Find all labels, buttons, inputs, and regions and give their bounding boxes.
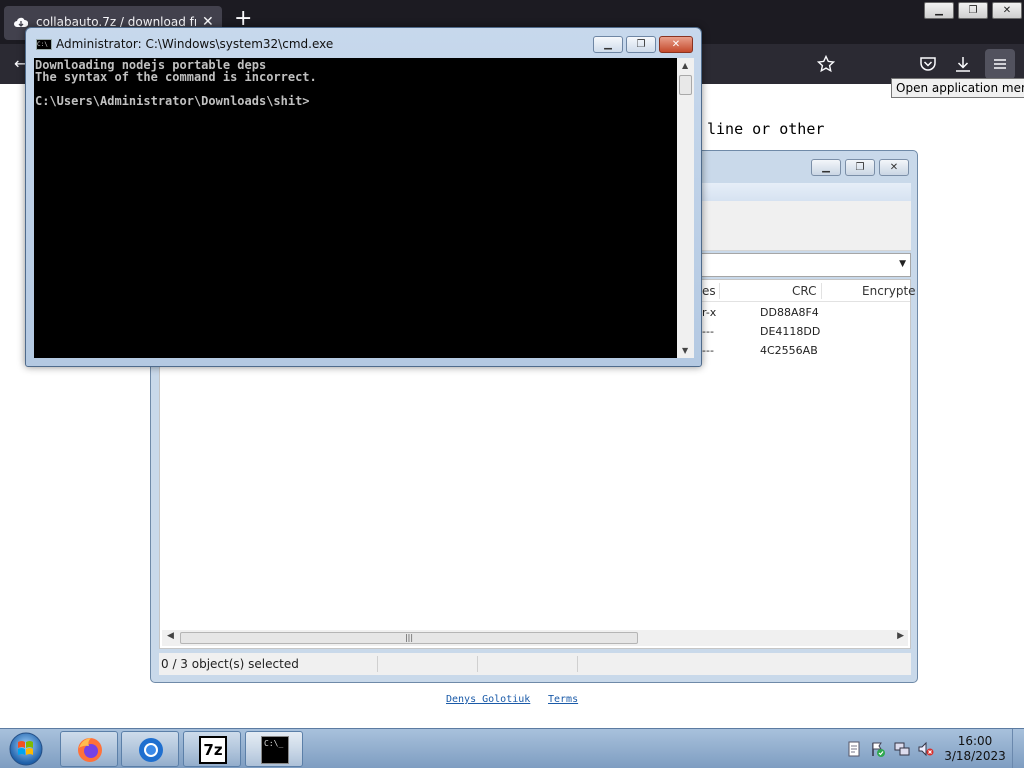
7zip-window-controls: ▁ ❐ ✕ [811,159,909,176]
scroll-right-arrow-icon[interactable]: ▶ [897,631,904,641]
7zip-close-button[interactable]: ✕ [879,159,909,176]
minimize-button[interactable]: ▁ [924,2,954,19]
7zip-minimize-button[interactable]: ▁ [811,159,841,176]
status-divider [577,656,578,672]
status-divider [377,656,378,672]
7zip-icon: 7z [199,736,227,764]
taskbar-cmd[interactable]: C:\_ [245,731,303,767]
status-selection-text: 0 / 3 object(s) selected [161,657,299,671]
taskbar-firefox[interactable] [60,731,118,767]
footer-link-author[interactable]: Denys Golotiuk [446,694,530,705]
notes-tray-icon[interactable] [846,741,862,757]
7zip-status-bar: 0 / 3 object(s) selected [159,653,911,675]
volume-muted-icon[interactable] [918,741,934,757]
column-header-encrypted[interactable]: Encrypte [862,284,916,298]
status-divider [477,656,478,672]
cmd-icon: C:\ [36,39,52,50]
console-prompt: C:\Users\Administrator\Downloads\shit> [35,94,310,108]
column-divider [821,283,822,299]
scroll-up-arrow-icon[interactable]: ▲ [682,61,688,70]
column-header-crc[interactable]: CRC [792,284,817,298]
7zip-maximize-button[interactable]: ❐ [845,159,875,176]
cmd-window: C:\ Administrator: C:\Windows\system32\c… [25,27,702,367]
start-button[interactable] [6,730,46,768]
row-crc: 4C2556AB [760,344,818,357]
chromium-icon [139,738,163,762]
close-button[interactable]: ✕ [992,2,1022,19]
cmd-maximize-button[interactable]: ❐ [626,36,656,53]
footer-link-terms[interactable]: Terms [548,694,578,705]
page-text-fragment: line or other [707,120,825,138]
address-dropdown-icon[interactable]: ▼ [899,259,906,269]
row-attributes: --- [702,344,714,357]
bookmark-star-icon[interactable] [817,55,835,73]
show-desktop-button[interactable] [1012,729,1024,768]
clock[interactable]: 16:00 3/18/2023 [940,734,1010,764]
taskbar-7zip[interactable]: 7z [183,731,241,767]
cmd-window-controls: ▁ ❐ ✕ [593,36,693,53]
console-output[interactable]: Downloading nodejs portable deps The syn… [34,58,677,358]
row-crc: DE4118DD [760,325,821,338]
app-menu-button[interactable] [985,49,1015,79]
horizontal-scrollbar[interactable]: ◀ ||| ▶ [162,630,908,646]
firefox-icon [78,738,102,762]
taskbar: 7z C:\_ 16:00 3/18/2023 [0,728,1024,768]
pocket-icon[interactable] [919,55,937,73]
app-menu-tooltip: Open application menu [891,78,1024,98]
action-center-flag-icon[interactable] [870,741,886,757]
row-crc: DD88A8F4 [760,306,819,319]
cmd-window-title: Administrator: C:\Windows\system32\cmd.e… [56,37,334,51]
clock-time: 16:00 [957,734,993,748]
column-header-attributes[interactable]: es [702,284,716,298]
clock-date: 3/18/2023 [944,749,1006,763]
browser-window-controls: ▁ ❐ ✕ [924,2,1022,19]
console-line: The syntax of the command is incorrect. [35,70,317,84]
row-attributes: --- [702,325,714,338]
restore-button[interactable]: ❐ [958,2,988,19]
download-icon[interactable] [954,55,972,73]
hamburger-menu-icon [994,59,1006,69]
network-icon[interactable] [894,741,910,757]
scroll-left-arrow-icon[interactable]: ◀ [167,631,174,641]
cmd-close-button[interactable]: ✕ [659,36,693,53]
cmd-minimize-button[interactable]: ▁ [593,36,623,53]
scrollbar-thumb[interactable] [679,75,692,95]
scroll-down-arrow-icon[interactable]: ▼ [682,346,688,355]
cmd-taskbar-icon: C:\_ [261,736,289,764]
column-divider [719,283,720,299]
vertical-scrollbar[interactable]: ▲ ▼ [677,58,694,358]
row-attributes: r-x [702,306,717,319]
scrollbar-thumb[interactable]: ||| [180,632,638,644]
taskbar-chromium[interactable] [121,731,179,767]
